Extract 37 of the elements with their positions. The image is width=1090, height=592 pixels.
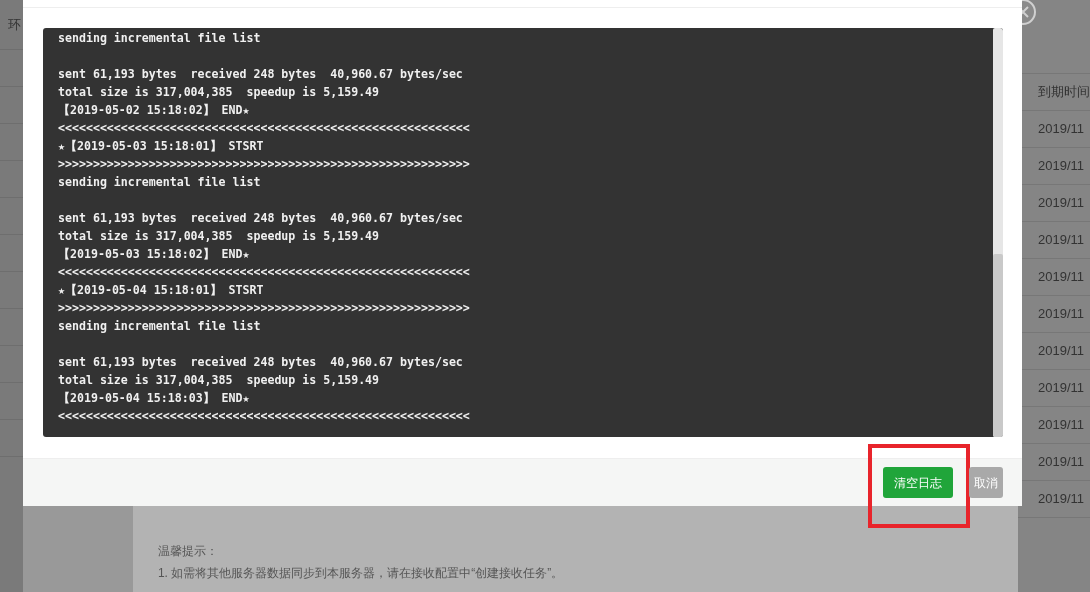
log-line: 【2019-05-02 15:18:02】 END★ <box>58 102 251 119</box>
log-line: sending incremental file list <box>58 30 262 47</box>
column-header: 到期时间 <box>1038 83 1090 102</box>
table-cell-text: 2019/11 <box>1038 305 1085 324</box>
table-cell-text: 2019/11 <box>1038 194 1085 213</box>
log-line: total size is 317,004,385 speedup is 5,159.49 <box>58 228 381 245</box>
table-cell-text: 2019/11 <box>1038 342 1085 361</box>
tip-text: 1. 如需将其他服务器数据同步到本服务器，请在接收配置中“创建接收任务”。 <box>157 565 565 582</box>
tips-title: 温馨提示： <box>157 543 219 560</box>
log-line: >>>>>>>>>>>>>>>>>>>>>>>>>>>>>>>>>>>>>>>>>>>>>>>>>>>>>>>>>>> <box>58 156 471 173</box>
column-header: 环 <box>8 15 21 34</box>
log-line: ★【2019-05-04 15:18:01】 STSRT <box>58 282 265 299</box>
log-line: sent 61,193 bytes received 248 bytes 40,960.67 bytes/sec <box>58 354 464 371</box>
log-line: sent 61,193 bytes received 248 bytes 40,960.67 bytes/sec <box>58 66 464 83</box>
log-line: sending incremental file list <box>58 318 262 335</box>
log-line: 【2019-05-04 15:18:03】 END★ <box>58 390 251 407</box>
scrollbar[interactable] <box>993 28 1003 437</box>
table-cell-text: 2019/11 <box>1038 490 1085 509</box>
log-line: <<<<<<<<<<<<<<<<<<<<<<<<<<<<<<<<<<<<<<<<<<<<<<<<<<<<<<<<<<< <box>58 264 471 281</box>
log-line: ★【2019-05-03 15:18:01】 STSRT <box>58 138 265 155</box>
table-cell-text: 2019/11 <box>1038 416 1085 435</box>
log-line: <<<<<<<<<<<<<<<<<<<<<<<<<<<<<<<<<<<<<<<<<<<<<<<<<<<<<<<<<<< <box>58 120 471 137</box>
log-line: total size is 317,004,385 speedup is 5,159.49 <box>58 372 381 389</box>
table-cell-text: 2019/11 <box>1038 231 1085 250</box>
log-line: <<<<<<<<<<<<<<<<<<<<<<<<<<<<<<<<<<<<<<<<<<<<<<<<<<<<<<<<<<< <box>58 408 471 425</box>
log-line: sent 61,193 bytes received 248 bytes 40,960.67 bytes/sec <box>58 210 464 227</box>
table-cell-text: 2019/11 <box>1038 268 1085 287</box>
log-line: 【2019-05-03 15:18:02】 END★ <box>58 246 251 263</box>
table-cell-text: 2019/11 <box>1038 157 1085 176</box>
log-line: sending incremental file list <box>58 174 262 191</box>
clear-log-button[interactable]: 清空日志 <box>883 467 953 498</box>
cancel-button[interactable]: 取消 <box>969 467 1003 498</box>
log-line: total size is 317,004,385 speedup is 5,159.49 <box>58 84 381 101</box>
log-line: >>>>>>>>>>>>>>>>>>>>>>>>>>>>>>>>>>>>>>>>>>>>>>>>>>>>>>>>>>> <box>58 300 471 317</box>
table-cell-text: 2019/11 <box>1038 453 1085 472</box>
table-cell-text: 2019/11 <box>1038 120 1085 139</box>
table-cell-text: 2019/11 <box>1038 379 1085 398</box>
